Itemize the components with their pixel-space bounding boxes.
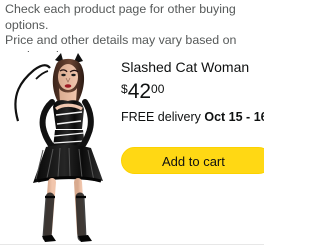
delivery-date: Oct 15 - 16 bbox=[204, 110, 264, 124]
product-image-link[interactable] bbox=[0, 52, 114, 244]
price-fraction: 00 bbox=[151, 82, 165, 96]
product-card-divider bbox=[0, 244, 264, 245]
product-results-page: Check each product page for other buying… bbox=[0, 0, 264, 249]
product-title[interactable]: Slashed Cat Woman bbox=[121, 59, 249, 75]
product-price: $ 42 00 bbox=[121, 80, 164, 104]
slashed-cat-woman-costume-image[interactable] bbox=[0, 52, 114, 244]
delivery-prefix: FREE delivery bbox=[121, 110, 201, 124]
price-whole: 42 bbox=[127, 80, 152, 103]
delivery-info: FREE delivery Oct 15 - 16 bbox=[121, 109, 264, 125]
add-to-cart-button[interactable]: Add to cart bbox=[121, 147, 264, 174]
price-currency-symbol: $ bbox=[121, 82, 128, 96]
